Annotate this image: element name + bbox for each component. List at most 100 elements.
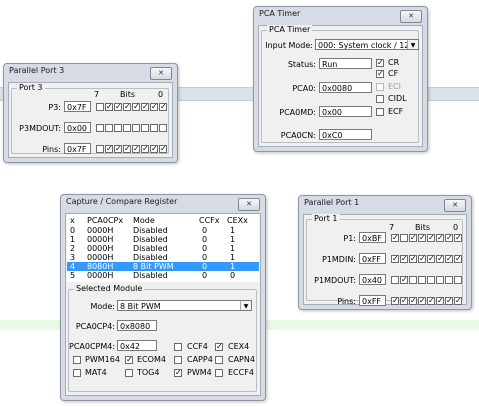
pwm164-checkbox[interactable]	[73, 356, 81, 364]
cf-checkbox[interactable]: ✓	[376, 70, 384, 78]
bit-checkbox[interactable]: ✓	[454, 297, 462, 305]
table-row[interactable]: 1 0000H Disabled 0 1	[67, 235, 259, 244]
bit-checkbox[interactable]: ✓	[409, 255, 417, 263]
bit-checkbox[interactable]: ✓	[427, 234, 435, 242]
bit-checkbox[interactable]: ✓	[391, 255, 399, 263]
close-icon[interactable]: ✕	[400, 10, 422, 23]
bit-checkbox[interactable]	[409, 276, 417, 284]
pwm4-checkbox[interactable]: ✓	[174, 369, 182, 377]
bit-checkbox[interactable]	[114, 124, 122, 132]
bit-checkbox[interactable]	[445, 276, 453, 284]
bit-checkbox[interactable]: ✓	[132, 145, 140, 153]
bit-checkbox[interactable]	[418, 276, 426, 284]
bit-checkbox[interactable]: ✓	[400, 255, 408, 263]
ecf-checkbox[interactable]	[376, 108, 384, 116]
eci-checkbox[interactable]	[376, 83, 384, 91]
capn4-checkbox[interactable]	[215, 356, 223, 364]
ecom4-checkbox[interactable]: ✓	[125, 356, 133, 364]
bit-checkbox[interactable]	[141, 124, 149, 132]
table-row[interactable]: 4 8080H 8 Bit PWM 0 1	[67, 262, 259, 271]
table-row[interactable]: 3 0000H Disabled 0 1	[67, 253, 259, 262]
table-row[interactable]: 5 0000H Disabled 0 0	[67, 271, 259, 280]
bit-checkbox[interactable]	[427, 276, 435, 284]
bit-checkbox[interactable]	[123, 124, 131, 132]
bit-checkbox[interactable]: ✓	[400, 276, 408, 284]
status-field[interactable]: Run	[319, 58, 372, 69]
pins-value-field[interactable]: 0x7F	[64, 143, 91, 154]
cidl-checkbox[interactable]	[376, 95, 384, 103]
close-icon[interactable]: ✕	[238, 198, 260, 211]
bit-checkbox[interactable]: ✓	[409, 297, 417, 305]
bit-checkbox[interactable]: ✓	[436, 234, 444, 242]
bit-checkbox[interactable]: ✓	[159, 103, 167, 111]
close-icon[interactable]: ✕	[444, 199, 466, 212]
bit-checkbox[interactable]: ✓	[427, 297, 435, 305]
bit-checkbox[interactable]: ✓	[105, 103, 113, 111]
bit-checkbox[interactable]	[400, 234, 408, 242]
group-label: Port 3	[17, 83, 45, 92]
bit-checkbox[interactable]: ✓	[418, 234, 426, 242]
bit-checkbox[interactable]: ✓	[159, 145, 167, 153]
bit-checkbox[interactable]: ✓	[123, 145, 131, 153]
p1mdin-value-field[interactable]: 0xFF	[359, 253, 386, 264]
bit-checkbox[interactable]: ✓	[391, 234, 399, 242]
bit-checkbox[interactable]: ✓	[409, 234, 417, 242]
bit-checkbox[interactable]	[454, 276, 462, 284]
bit-checkbox[interactable]: ✓	[454, 255, 462, 263]
chevron-down-icon[interactable]: ▼	[407, 40, 418, 49]
p3-value-field[interactable]: 0x7F	[64, 101, 91, 112]
bit-checkbox[interactable]	[96, 103, 104, 111]
pins-value-field[interactable]: 0xFF	[359, 295, 386, 306]
bit-checkbox[interactable]: ✓	[454, 234, 462, 242]
bit-checkbox[interactable]	[132, 124, 140, 132]
bit-checkbox[interactable]: ✓	[132, 103, 140, 111]
mat4-checkbox[interactable]	[73, 369, 81, 377]
eccf4-checkbox[interactable]	[215, 369, 223, 377]
p3mdout-value-field[interactable]: 0x00	[64, 122, 91, 133]
tog4-checkbox[interactable]	[125, 369, 133, 377]
input-mode-select[interactable]: 000: System clock / 12 ▼	[315, 39, 419, 50]
bit-checkbox[interactable]: ✓	[427, 255, 435, 263]
bit-checkbox[interactable]: ✓	[418, 297, 426, 305]
capp4-checkbox[interactable]	[174, 356, 182, 364]
bit-checkbox[interactable]	[150, 124, 158, 132]
pca0cn-field[interactable]: 0xC0	[319, 129, 372, 140]
table-row[interactable]: 0 0000H Disabled 0 1	[67, 226, 259, 235]
bit-checkbox[interactable]: ✓	[150, 103, 158, 111]
bit-checkbox[interactable]: ✓	[391, 297, 399, 305]
bit-checkbox[interactable]	[105, 124, 113, 132]
bit-checkbox[interactable]: ✓	[445, 297, 453, 305]
bit-checkbox[interactable]: ✓	[445, 255, 453, 263]
bit-checkbox[interactable]: ✓	[141, 103, 149, 111]
bit-checkbox[interactable]: ✓	[105, 145, 113, 153]
bit-checkbox[interactable]: ✓	[150, 145, 158, 153]
pca0md-field[interactable]: 0x00	[319, 106, 372, 117]
pca0cpm4-field[interactable]: 0x42	[117, 340, 157, 351]
p1-value-field[interactable]: 0xBF	[359, 232, 386, 243]
bit-checkbox[interactable]: ✓	[436, 255, 444, 263]
bit-checkbox[interactable]	[391, 276, 399, 284]
pca0-field[interactable]: 0x0080	[319, 82, 372, 93]
bit-checkbox[interactable]: ✓	[436, 297, 444, 305]
bit-checkbox[interactable]	[159, 124, 167, 132]
pca0cp4-label: PCA0CP4:	[75, 322, 115, 331]
bit-checkbox[interactable]: ✓	[445, 234, 453, 242]
ccf4-checkbox[interactable]	[174, 343, 182, 351]
chevron-down-icon[interactable]: ▼	[240, 301, 251, 310]
bit-checkbox[interactable]	[96, 124, 104, 132]
bit-checkbox[interactable]: ✓	[114, 145, 122, 153]
table-row[interactable]: 2 0000H Disabled 0 1	[67, 244, 259, 253]
bit-checkbox[interactable]: ✓	[114, 103, 122, 111]
bit-checkbox[interactable]: ✓	[418, 255, 426, 263]
bit-checkbox[interactable]: ✓	[400, 297, 408, 305]
pca0cp4-field[interactable]: 0x8080	[117, 320, 157, 331]
mode-select[interactable]: 8 Bit PWM ▼	[117, 300, 252, 311]
p1mdout-value-field[interactable]: 0x40	[359, 274, 386, 285]
close-icon[interactable]: ✕	[150, 67, 172, 80]
bit-checkbox[interactable]	[436, 276, 444, 284]
cex4-checkbox[interactable]: ✓	[215, 343, 223, 351]
bit-checkbox[interactable]: ✓	[141, 145, 149, 153]
bit-checkbox[interactable]	[96, 145, 104, 153]
cr-checkbox[interactable]: ✓	[376, 59, 384, 67]
bit-checkbox[interactable]: ✓	[123, 103, 131, 111]
